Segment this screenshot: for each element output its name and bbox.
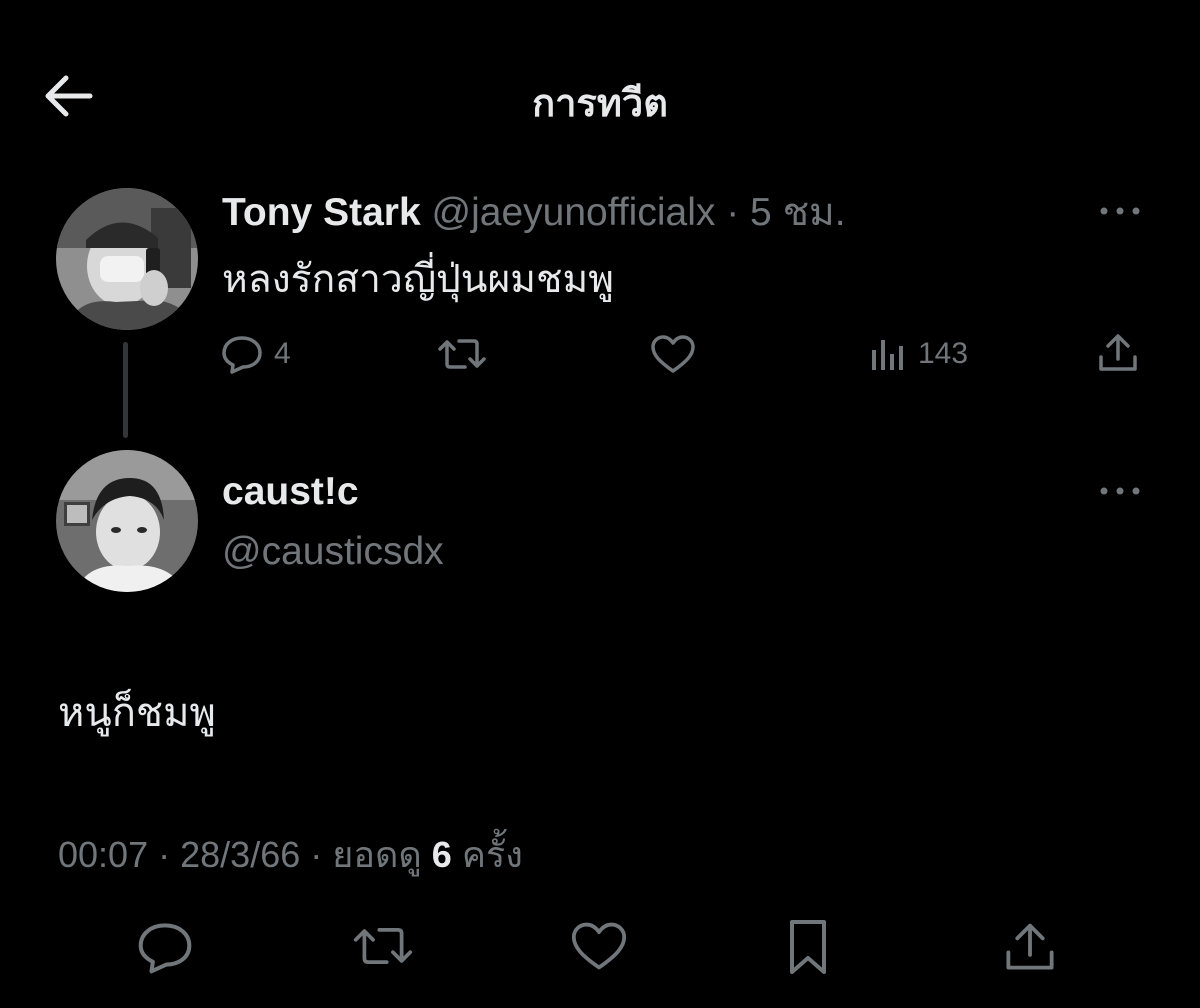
tweet-date[interactable]: 28/3/66 bbox=[180, 834, 300, 875]
views-count: 143 bbox=[918, 337, 969, 370]
share-button[interactable] bbox=[1096, 332, 1140, 372]
tweet-time[interactable]: 00:07 bbox=[58, 834, 148, 875]
share-icon bbox=[1099, 334, 1137, 371]
avatar[interactable] bbox=[56, 188, 198, 330]
views-count: 6 bbox=[431, 834, 452, 875]
tweet-text: หนูก็ชมพู bbox=[58, 691, 216, 735]
views-label: ยอดดู bbox=[332, 834, 422, 875]
views-button[interactable]: 143 bbox=[868, 334, 968, 374]
tweet-meta: 00:07 · 28/3/66 · ยอดดู 6 ครั้ง bbox=[58, 826, 523, 883]
user-display-name[interactable]: Tony Stark bbox=[222, 191, 421, 234]
page-title: การทวีต bbox=[532, 83, 668, 125]
user-handle[interactable]: @causticsdx bbox=[222, 530, 444, 574]
like-button[interactable] bbox=[650, 334, 696, 374]
bar-chart-icon bbox=[872, 340, 903, 370]
reply-button[interactable]: 4 bbox=[220, 334, 291, 374]
heart-icon bbox=[571, 922, 627, 970]
user-handle[interactable]: @jaeyunofficialx bbox=[432, 191, 716, 234]
retweet-button[interactable] bbox=[437, 334, 487, 374]
views-suffix: ครั้ง bbox=[461, 834, 523, 875]
more-icon bbox=[1100, 487, 1140, 495]
tweet-time[interactable]: 5 ชม. bbox=[750, 191, 846, 234]
parent-tweet-text: หลงรักสาวญี่ปุ่นผมชมพู bbox=[222, 258, 614, 301]
like-button[interactable] bbox=[570, 920, 628, 972]
retweet-icon bbox=[438, 339, 486, 369]
bookmark-button[interactable] bbox=[786, 918, 830, 976]
reply-icon bbox=[138, 923, 192, 974]
more-options-button[interactable] bbox=[1098, 204, 1142, 218]
bookmark-icon bbox=[790, 920, 826, 974]
reply-button[interactable] bbox=[135, 920, 195, 974]
reply-icon bbox=[222, 336, 262, 374]
more-icon bbox=[1100, 207, 1140, 215]
more-options-button[interactable] bbox=[1098, 484, 1142, 498]
separator-dot: · bbox=[158, 834, 171, 875]
separator-dot: · bbox=[310, 834, 323, 875]
user-display-name[interactable]: caust!c bbox=[222, 470, 359, 514]
share-button[interactable] bbox=[1002, 918, 1058, 974]
reply-count: 4 bbox=[274, 337, 291, 370]
separator-dot: · bbox=[726, 191, 740, 234]
heart-icon bbox=[651, 335, 695, 373]
share-icon bbox=[1006, 923, 1054, 970]
avatar[interactable] bbox=[56, 450, 198, 592]
parent-tweet-header: Tony Stark @jaeyunofficialx · 5 ชม. bbox=[222, 190, 846, 236]
retweet-button[interactable] bbox=[352, 920, 414, 972]
thread-connector bbox=[123, 342, 128, 438]
retweet-icon bbox=[353, 928, 413, 964]
